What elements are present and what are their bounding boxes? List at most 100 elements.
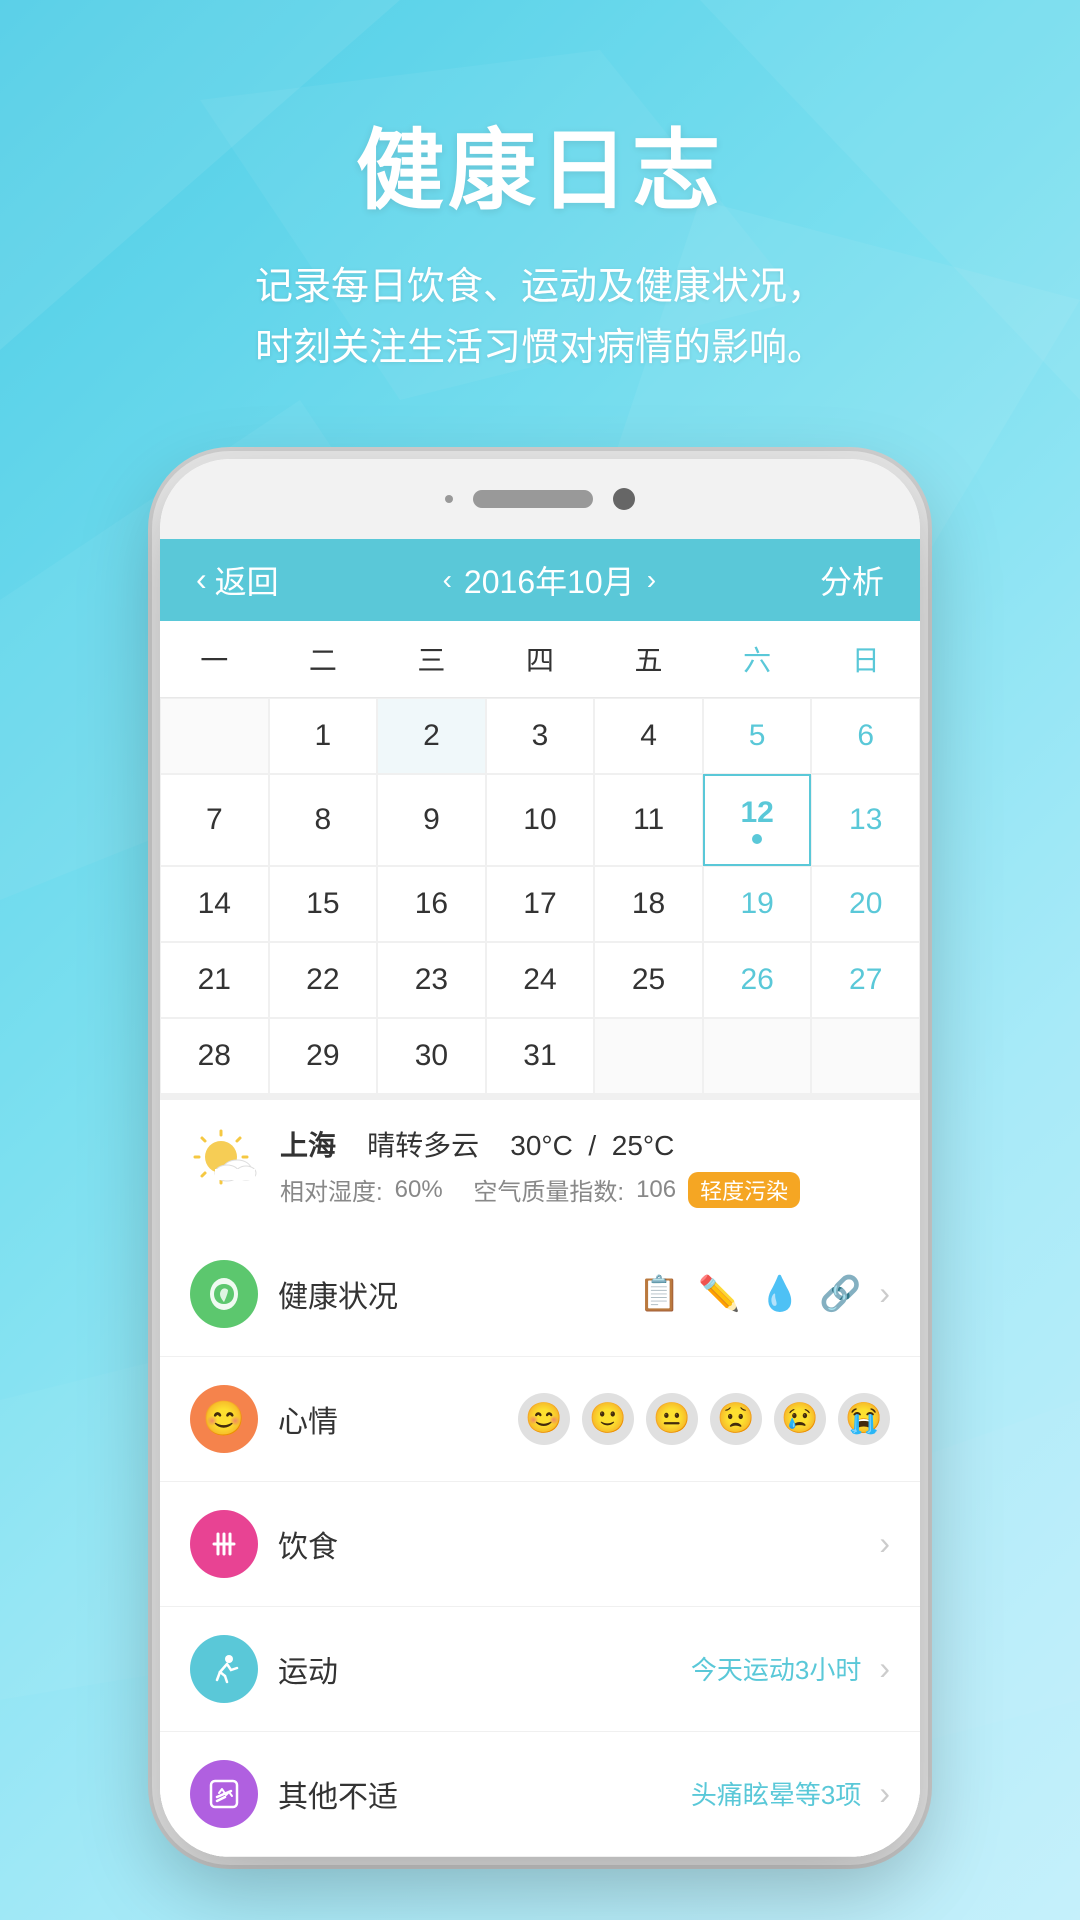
calendar-month-label: 2016年10月 [464, 557, 635, 603]
weekday-sun: 日 [811, 621, 920, 697]
info-rows: 健康状况 📋 ✏️ 💧 🔗 › 😊 心情 😊 🙂 [160, 1232, 920, 1857]
cal-day-19[interactable]: 19 [703, 866, 812, 942]
exercise-row[interactable]: 运动 今天运动3小时 › [160, 1607, 920, 1732]
diet-row[interactable]: 饮食 › [160, 1482, 920, 1607]
weather-line2: 相对湿度: 60% 空气质量指数: 106 轻度污染 [280, 1172, 890, 1208]
app-content: ‹ 返回 ‹ 2016年10月 › 分析 一 二 三 [160, 539, 920, 1857]
health-action-clipboard[interactable]: 📋 [638, 1274, 680, 1314]
cal-day-14[interactable]: 14 [160, 866, 269, 942]
diet-label: 饮食 [278, 1522, 859, 1566]
cal-day-30[interactable]: 30 [377, 1018, 486, 1094]
mood-crying[interactable]: 😭 [838, 1393, 890, 1445]
chevron-left-icon: ‹ [196, 561, 207, 598]
cal-day-25[interactable]: 25 [594, 942, 703, 1018]
phone-camera [613, 488, 635, 510]
mood-very-happy[interactable]: 😊 [518, 1393, 570, 1445]
analysis-label: 分析 [820, 557, 884, 603]
subtitle-line2: 时刻关注生活习惯对病情的影响。 [255, 327, 825, 369]
weather-line1: 上海 晴转多云 30°C / 25°C [280, 1124, 890, 1164]
prev-month-button[interactable]: ‹ [443, 564, 452, 596]
health-row[interactable]: 健康状况 📋 ✏️ 💧 🔗 › [160, 1232, 920, 1357]
cal-day-17[interactable]: 17 [486, 866, 595, 942]
header-area: 健康日志 记录每日饮食、运动及健康状况， 时刻关注生活习惯对病情的影响。 [0, 0, 1080, 439]
diet-chevron-icon: › [879, 1525, 890, 1562]
discomfort-chevron-icon: › [879, 1775, 890, 1812]
cal-day-empty-4 [811, 1018, 920, 1094]
exercise-actions: 今天运动3小时 › [691, 1650, 890, 1687]
cal-day-7[interactable]: 7 [160, 774, 269, 866]
cal-day-6[interactable]: 6 [811, 698, 920, 774]
cal-day-12-today[interactable]: 12 [703, 774, 812, 866]
cal-day-empty-3 [703, 1018, 812, 1094]
cal-day-1[interactable]: 1 [269, 698, 378, 774]
cal-day-empty-1[interactable] [160, 698, 269, 774]
phone-top-bar [160, 459, 920, 539]
diet-icon [190, 1510, 258, 1578]
cal-day-16[interactable]: 16 [377, 866, 486, 942]
mood-neutral[interactable]: 😐 [646, 1393, 698, 1445]
pollution-badge: 轻度污染 [688, 1172, 800, 1208]
aqi-value: 106 [636, 1176, 676, 1204]
discomfort-row[interactable]: 其他不适 头痛眩晕等3项 › [160, 1732, 920, 1857]
cal-day-13[interactable]: 13 [811, 774, 920, 866]
weekday-wed: 三 [377, 621, 486, 697]
cal-day-26[interactable]: 26 [703, 942, 812, 1018]
calendar-week-1: 1 2 3 4 5 6 [160, 698, 920, 774]
phone-speaker-main [473, 490, 593, 508]
exercise-icon [190, 1635, 258, 1703]
calendar-title-area: ‹ 2016年10月 › [443, 557, 656, 603]
weather-icon-wrap [190, 1124, 260, 1194]
cal-day-9[interactable]: 9 [377, 774, 486, 866]
mood-label: 心情 [278, 1397, 498, 1441]
cal-day-18[interactable]: 18 [594, 866, 703, 942]
health-label: 健康状况 [278, 1272, 618, 1316]
back-button[interactable]: ‹ 返回 [196, 557, 279, 603]
mood-icons: 😊 🙂 😐 😟 😢 😭 [518, 1393, 890, 1445]
humidity-label: 相对湿度: [280, 1172, 383, 1207]
page-title: 健康日志 [60, 100, 1020, 227]
cal-day-empty-2 [594, 1018, 703, 1094]
weather-sun-icon [191, 1125, 259, 1193]
cal-day-21[interactable]: 21 [160, 942, 269, 1018]
cal-day-31[interactable]: 31 [486, 1018, 595, 1094]
cal-day-27[interactable]: 27 [811, 942, 920, 1018]
mood-icon: 😊 [190, 1385, 258, 1453]
weather-section: 上海 晴转多云 30°C / 25°C 相对湿度: 60% 空气质量指数: [160, 1094, 920, 1232]
weekday-tue: 二 [269, 621, 378, 697]
cal-day-24[interactable]: 24 [486, 942, 595, 1018]
back-label: 返回 [215, 557, 279, 603]
cal-day-10[interactable]: 10 [486, 774, 595, 866]
mood-happy[interactable]: 🙂 [582, 1393, 634, 1445]
cal-day-29[interactable]: 29 [269, 1018, 378, 1094]
mood-very-sad[interactable]: 😢 [774, 1393, 826, 1445]
health-icon [190, 1260, 258, 1328]
health-actions: 📋 ✏️ 💧 🔗 › [638, 1274, 890, 1314]
discomfort-icon [190, 1760, 258, 1828]
cal-day-23[interactable]: 23 [377, 942, 486, 1018]
weather-info: 上海 晴转多云 30°C / 25°C 相对湿度: 60% 空气质量指数: [280, 1124, 890, 1208]
cal-day-2[interactable]: 2 [377, 698, 486, 774]
weekday-fri: 五 [594, 621, 703, 697]
health-action-edit[interactable]: ✏️ [698, 1274, 740, 1314]
cal-day-8[interactable]: 8 [269, 774, 378, 866]
cal-day-5[interactable]: 5 [703, 698, 812, 774]
mood-row[interactable]: 😊 心情 😊 🙂 😐 😟 😢 😭 [160, 1357, 920, 1482]
cal-day-4[interactable]: 4 [594, 698, 703, 774]
discomfort-actions: 头痛眩晕等3项 › [691, 1775, 890, 1812]
health-chevron-icon: › [879, 1275, 890, 1312]
discomfort-label: 其他不适 [278, 1772, 671, 1816]
cal-day-28[interactable]: 28 [160, 1018, 269, 1094]
health-action-water[interactable]: 💧 [759, 1274, 801, 1314]
cal-day-20[interactable]: 20 [811, 866, 920, 942]
cal-day-15[interactable]: 15 [269, 866, 378, 942]
analysis-button[interactable]: 分析 [820, 557, 884, 603]
weather-temp-high: 30°C [510, 1130, 573, 1161]
mood-sad[interactable]: 😟 [710, 1393, 762, 1445]
health-action-link[interactable]: 🔗 [819, 1274, 861, 1314]
next-month-button[interactable]: › [647, 564, 656, 596]
cal-day-3[interactable]: 3 [486, 698, 595, 774]
cal-day-22[interactable]: 22 [269, 942, 378, 1018]
today-indicator [752, 834, 762, 844]
cal-day-11[interactable]: 11 [594, 774, 703, 866]
calendar-week-2: 7 8 9 10 11 12 13 [160, 774, 920, 866]
